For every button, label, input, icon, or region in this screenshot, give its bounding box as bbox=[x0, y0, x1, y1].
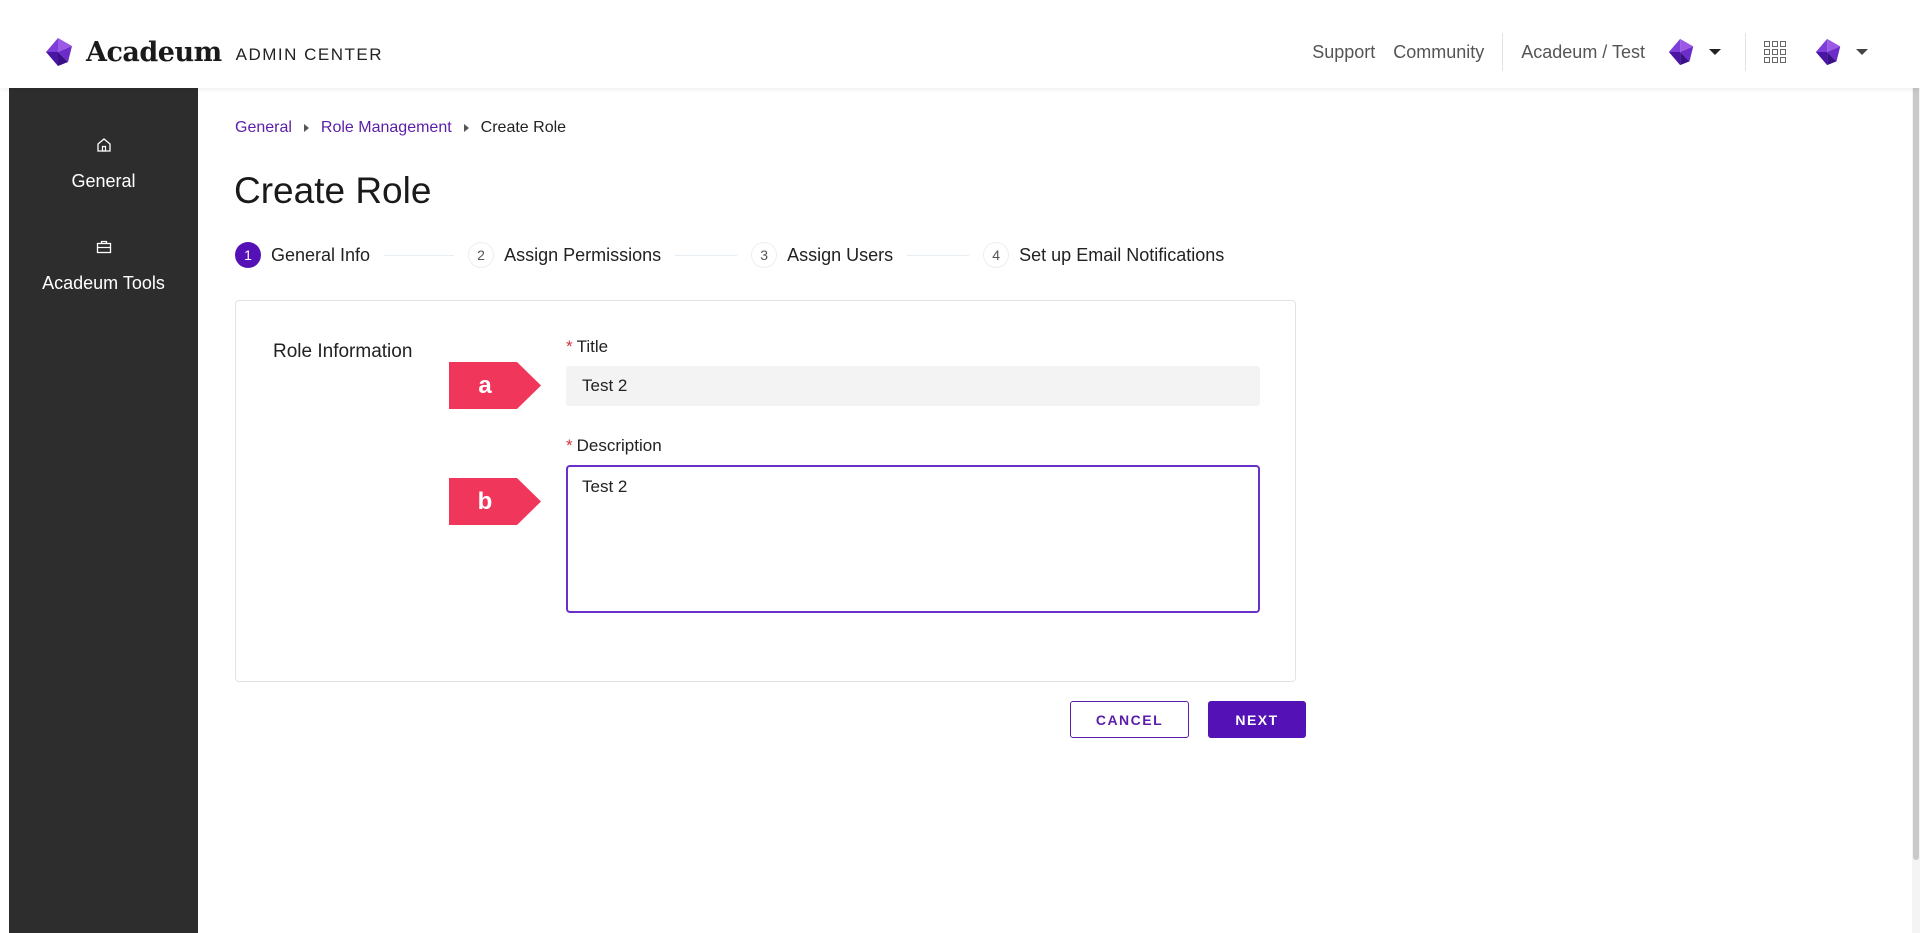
cancel-button[interactable]: CANCEL bbox=[1070, 701, 1189, 738]
page-title: Create Role bbox=[234, 170, 432, 211]
step-label: General Info bbox=[271, 244, 371, 265]
org-switcher-label[interactable]: Acadeum / Test bbox=[1521, 42, 1645, 63]
step-label: Set up Email Notifications bbox=[1019, 244, 1225, 265]
step-number: 3 bbox=[751, 242, 778, 268]
step-assign-users[interactable]: 3 Assign Users bbox=[751, 242, 893, 268]
header-right: Support Community Acadeum / Test bbox=[1312, 33, 1920, 71]
acadeum-logo-icon bbox=[46, 38, 72, 66]
step-number: 4 bbox=[983, 242, 1010, 268]
scrollbar-thumb[interactable] bbox=[1913, 0, 1919, 860]
required-marker: * bbox=[566, 436, 573, 455]
role-information-card: Role Information *Title *Description Tes… bbox=[235, 300, 1296, 682]
step-general-info[interactable]: 1 General Info bbox=[235, 242, 370, 268]
annotation-label: a bbox=[478, 371, 492, 399]
sidebar-item-label: General bbox=[71, 171, 136, 191]
sidebar-item-acadeum-tools[interactable]: Acadeum Tools bbox=[9, 238, 198, 294]
sidebar-item-general[interactable]: General bbox=[9, 136, 198, 192]
step-email-notifications[interactable]: 4 Set up Email Notifications bbox=[983, 242, 1224, 268]
breadcrumb-general[interactable]: General bbox=[235, 119, 292, 137]
admin-center-label: ADMIN CENTER bbox=[235, 45, 384, 64]
toolbox-icon bbox=[96, 240, 111, 254]
chevron-down-icon[interactable] bbox=[1856, 49, 1868, 55]
top-header: Acadeum ADMIN CENTER Support Community A… bbox=[0, 0, 1920, 88]
description-label-text: Description bbox=[576, 436, 662, 455]
brand-name: Acadeum bbox=[86, 36, 222, 68]
sidebar-item-label: Acadeum Tools bbox=[42, 273, 165, 293]
step-number: 1 bbox=[235, 242, 261, 268]
step-number: 2 bbox=[468, 242, 495, 268]
chevron-down-icon[interactable] bbox=[1709, 49, 1721, 55]
step-label: Assign Permissions bbox=[504, 244, 662, 265]
description-label: * Description bbox=[566, 436, 662, 456]
title-label: * Title bbox=[566, 337, 608, 357]
next-button[interactable]: NEXT bbox=[1208, 701, 1306, 738]
brand-logo[interactable]: Acadeum ADMIN CENTER bbox=[44, 36, 383, 68]
step-label: Assign Users bbox=[787, 244, 894, 265]
title-input[interactable] bbox=[566, 366, 1260, 406]
sidebar: General Acadeum Tools bbox=[9, 88, 198, 933]
user-avatar-icon[interactable] bbox=[1814, 37, 1844, 67]
step-assign-permissions[interactable]: 2 Assign Permissions bbox=[468, 242, 661, 268]
section-label: Role Information bbox=[273, 341, 413, 362]
description-textarea[interactable]: Test 2 bbox=[566, 465, 1260, 613]
required-marker: * bbox=[566, 337, 573, 356]
annotation-marker-a: a bbox=[449, 362, 541, 409]
breadcrumb-arrow-icon bbox=[303, 124, 309, 132]
step-connector bbox=[907, 254, 970, 256]
apps-grid-icon[interactable] bbox=[1764, 41, 1786, 63]
breadcrumb-role-management[interactable]: Role Management bbox=[321, 119, 452, 137]
org-logo-icon[interactable] bbox=[1667, 37, 1697, 67]
page-scrollbar[interactable] bbox=[1912, 0, 1920, 933]
header-divider bbox=[1745, 33, 1746, 71]
annotation-label: b bbox=[477, 487, 493, 515]
header-divider bbox=[1502, 33, 1504, 71]
community-link[interactable]: Community bbox=[1393, 42, 1484, 63]
breadcrumb-arrow-icon bbox=[463, 124, 469, 132]
step-connector bbox=[384, 254, 455, 256]
stepper: 1 General Info 2 Assign Permissions 3 As… bbox=[235, 241, 1224, 269]
support-link[interactable]: Support bbox=[1312, 42, 1375, 63]
step-connector bbox=[675, 254, 738, 256]
annotation-marker-b: b bbox=[449, 478, 541, 525]
breadcrumb-current: Create Role bbox=[480, 119, 567, 136]
title-label-text: Title bbox=[576, 337, 609, 356]
home-icon bbox=[96, 138, 111, 152]
breadcrumb: General Role Management Create Role bbox=[235, 119, 566, 137]
